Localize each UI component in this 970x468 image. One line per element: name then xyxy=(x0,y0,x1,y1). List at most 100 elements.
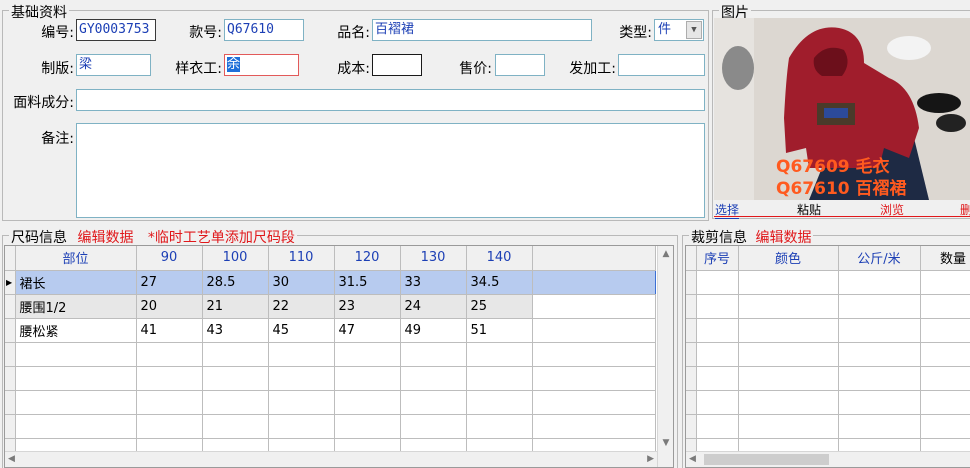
product-name-label: 品名: xyxy=(337,25,370,41)
style-no-field[interactable]: Q67610 xyxy=(224,19,304,41)
cost-field[interactable] xyxy=(372,54,422,76)
type-select[interactable]: 件 ▼ xyxy=(654,19,704,41)
cut-info-title: 裁剪信息 xyxy=(691,230,747,246)
sample-maker-field[interactable]: 余 xyxy=(224,54,299,76)
col-header-130[interactable]: 130 xyxy=(400,246,467,271)
table-row[interactable]: 腰松紧 41 43 45 47 49 51 xyxy=(5,318,656,343)
type-select-value: 件 xyxy=(658,22,672,37)
table-row[interactable] xyxy=(686,366,970,391)
cost-label: 成本: xyxy=(337,61,370,77)
table-row[interactable] xyxy=(5,414,656,439)
value-cell[interactable]: 51 xyxy=(466,318,533,343)
table-row[interactable] xyxy=(5,366,656,391)
col-header-part[interactable]: 部位 xyxy=(15,246,137,271)
table-row[interactable]: 腰围1/2 20 21 22 23 24 25 xyxy=(5,294,656,319)
col-header-kg-per-meter[interactable]: 公斤/米 xyxy=(838,246,921,271)
col-header-color[interactable]: 颜色 xyxy=(738,246,839,271)
scroll-down-icon[interactable]: ▼ xyxy=(658,438,673,448)
size-note-link[interactable]: *临时工艺单添加尺码段 xyxy=(148,230,295,246)
value-cell[interactable]: 21 xyxy=(202,294,269,319)
product-name-field[interactable]: 百褶裙 xyxy=(372,19,592,41)
picture-toolbar-underline xyxy=(714,216,970,217)
fabric-field[interactable] xyxy=(76,89,705,111)
sample-maker-label: 样衣工: xyxy=(175,61,222,77)
value-cell[interactable]: 31.5 xyxy=(334,270,401,295)
value-cell[interactable]: 23 xyxy=(334,294,401,319)
table-row[interactable] xyxy=(686,390,970,415)
part-cell[interactable]: 腰围1/2 xyxy=(15,294,137,319)
basic-info-title: 基础资料 xyxy=(9,2,69,22)
scroll-up-icon[interactable]: ▲ xyxy=(658,249,673,259)
row-indicator-header xyxy=(5,246,16,271)
col-header-seq[interactable]: 序号 xyxy=(696,246,739,271)
remark-field[interactable] xyxy=(76,123,705,218)
size-header-row: 部位 90 100 110 120 130 140 xyxy=(5,246,656,271)
table-row[interactable] xyxy=(686,270,970,295)
value-cell[interactable]: 47 xyxy=(334,318,401,343)
price-label: 售价: xyxy=(459,61,492,77)
size-grid: 部位 90 100 110 120 130 140 ▶ 裙长 27 28.5 3… xyxy=(4,245,674,468)
scroll-left-icon[interactable]: ◀ xyxy=(8,454,15,464)
table-row[interactable] xyxy=(686,342,970,367)
current-row-icon: ▶ xyxy=(5,270,16,295)
col-header-110[interactable]: 110 xyxy=(268,246,335,271)
value-cell[interactable]: 24 xyxy=(400,294,467,319)
scroll-left-icon[interactable]: ◀ xyxy=(689,454,696,464)
value-cell[interactable]: 45 xyxy=(268,318,335,343)
table-row[interactable] xyxy=(686,294,970,319)
price-field[interactable] xyxy=(495,54,545,76)
type-label: 类型: xyxy=(619,25,652,41)
cut-header-row: 序号 颜色 公斤/米 数量 xyxy=(686,246,970,271)
product-photo[interactable]: Q67609 毛衣 Q67610 百褶裙 xyxy=(714,18,970,200)
part-cell[interactable]: 腰松紧 xyxy=(15,318,137,343)
table-row[interactable]: ▶ 裙长 27 28.5 30 31.5 33 34.5 xyxy=(5,270,656,295)
photo-caption-line2: Q67610 百褶裙 xyxy=(776,179,907,199)
size-grid-scrollbar[interactable]: ▲ ▼ xyxy=(657,246,673,467)
row-indicator xyxy=(5,294,16,319)
col-header-120[interactable]: 120 xyxy=(334,246,401,271)
value-cell[interactable]: 27 xyxy=(136,270,203,295)
col-header-100[interactable]: 100 xyxy=(202,246,269,271)
part-cell[interactable]: 裙长 xyxy=(15,270,137,295)
value-cell[interactable]: 41 xyxy=(136,318,203,343)
value-cell[interactable]: 34.5 xyxy=(466,270,533,295)
value-cell[interactable]: 30 xyxy=(268,270,335,295)
table-row[interactable] xyxy=(686,414,970,439)
blank-cell[interactable] xyxy=(532,318,656,343)
col-header-140[interactable]: 140 xyxy=(466,246,533,271)
col-header-90[interactable]: 90 xyxy=(136,246,203,271)
cut-grid: 序号 颜色 公斤/米 数量 ◀ xyxy=(685,245,970,468)
cut-grid-hscrollbar[interactable]: ◀ xyxy=(686,451,970,467)
code-field[interactable]: GY0003753 xyxy=(76,19,156,41)
blank-cell[interactable] xyxy=(532,294,656,319)
code-label: 编号: xyxy=(41,25,74,41)
pattern-label: 制版: xyxy=(41,61,74,77)
value-cell[interactable]: 49 xyxy=(400,318,467,343)
table-row[interactable] xyxy=(5,390,656,415)
row-indicator xyxy=(5,318,16,343)
value-cell[interactable]: 43 xyxy=(202,318,269,343)
col-header-qty[interactable]: 数量 xyxy=(920,246,970,271)
blank-cell[interactable] xyxy=(532,270,656,295)
scroll-right-icon[interactable]: ▶ xyxy=(647,454,654,464)
row-indicator-header xyxy=(686,246,697,271)
chevron-down-icon[interactable]: ▼ xyxy=(686,21,702,39)
scroll-thumb[interactable] xyxy=(704,454,829,465)
value-cell[interactable]: 20 xyxy=(136,294,203,319)
value-cell[interactable]: 33 xyxy=(400,270,467,295)
pattern-field[interactable]: 梁 xyxy=(76,54,151,76)
size-edit-link[interactable]: 编辑数据 xyxy=(77,230,133,246)
cut-table: 序号 颜色 公斤/米 数量 xyxy=(686,246,970,463)
size-table: 部位 90 100 110 120 130 140 ▶ 裙长 27 28.5 3… xyxy=(5,246,656,463)
picture-toolbar: 选择 粘贴 浏览 删 xyxy=(714,200,970,219)
cut-edit-link[interactable]: 编辑数据 xyxy=(755,230,811,246)
value-cell[interactable]: 28.5 xyxy=(202,270,269,295)
processor-field[interactable] xyxy=(618,54,705,76)
value-cell[interactable]: 22 xyxy=(268,294,335,319)
table-row[interactable] xyxy=(686,318,970,343)
col-header-blank xyxy=(532,246,656,271)
table-row[interactable] xyxy=(5,342,656,367)
size-grid-hscrollbar[interactable]: ◀ ▶ xyxy=(5,451,657,467)
fabric-label: 面料成分: xyxy=(13,95,74,111)
value-cell[interactable]: 25 xyxy=(466,294,533,319)
